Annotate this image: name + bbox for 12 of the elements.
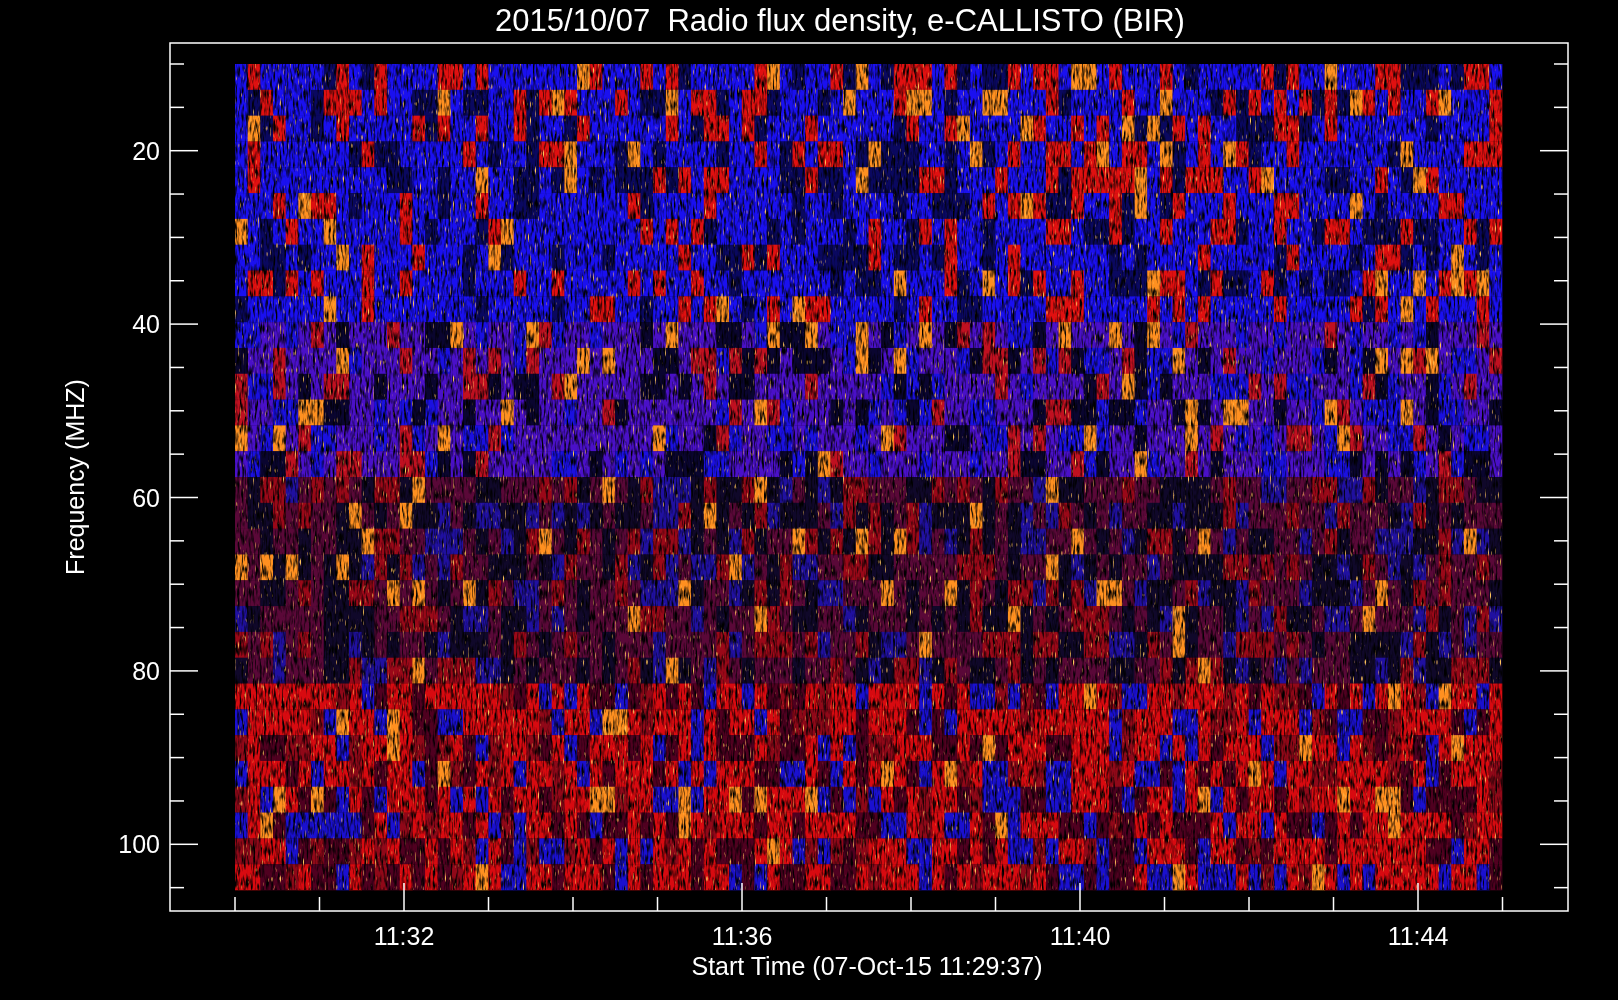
y-tick-label: 20 xyxy=(132,136,160,165)
x-tick-label: 11:36 xyxy=(711,922,773,950)
x-tick-label: 11:44 xyxy=(1387,922,1449,950)
y-axis-label: Frequency (MHZ) xyxy=(61,379,89,575)
y-tick-label: 40 xyxy=(132,310,160,339)
chart-title: 2015/10/07 Radio flux density, e-CALLISTO (BIR) xyxy=(495,3,1185,38)
x-axis-label: Start Time (07-Oct-15 11:29:37) xyxy=(691,952,1043,980)
y-tick-label: 100 xyxy=(118,830,160,859)
x-tick-label: 11:40 xyxy=(1049,922,1111,950)
y-tick-label: 80 xyxy=(132,656,160,685)
x-tick-label: 11:32 xyxy=(373,922,435,950)
y-tick-label: 60 xyxy=(132,483,160,512)
